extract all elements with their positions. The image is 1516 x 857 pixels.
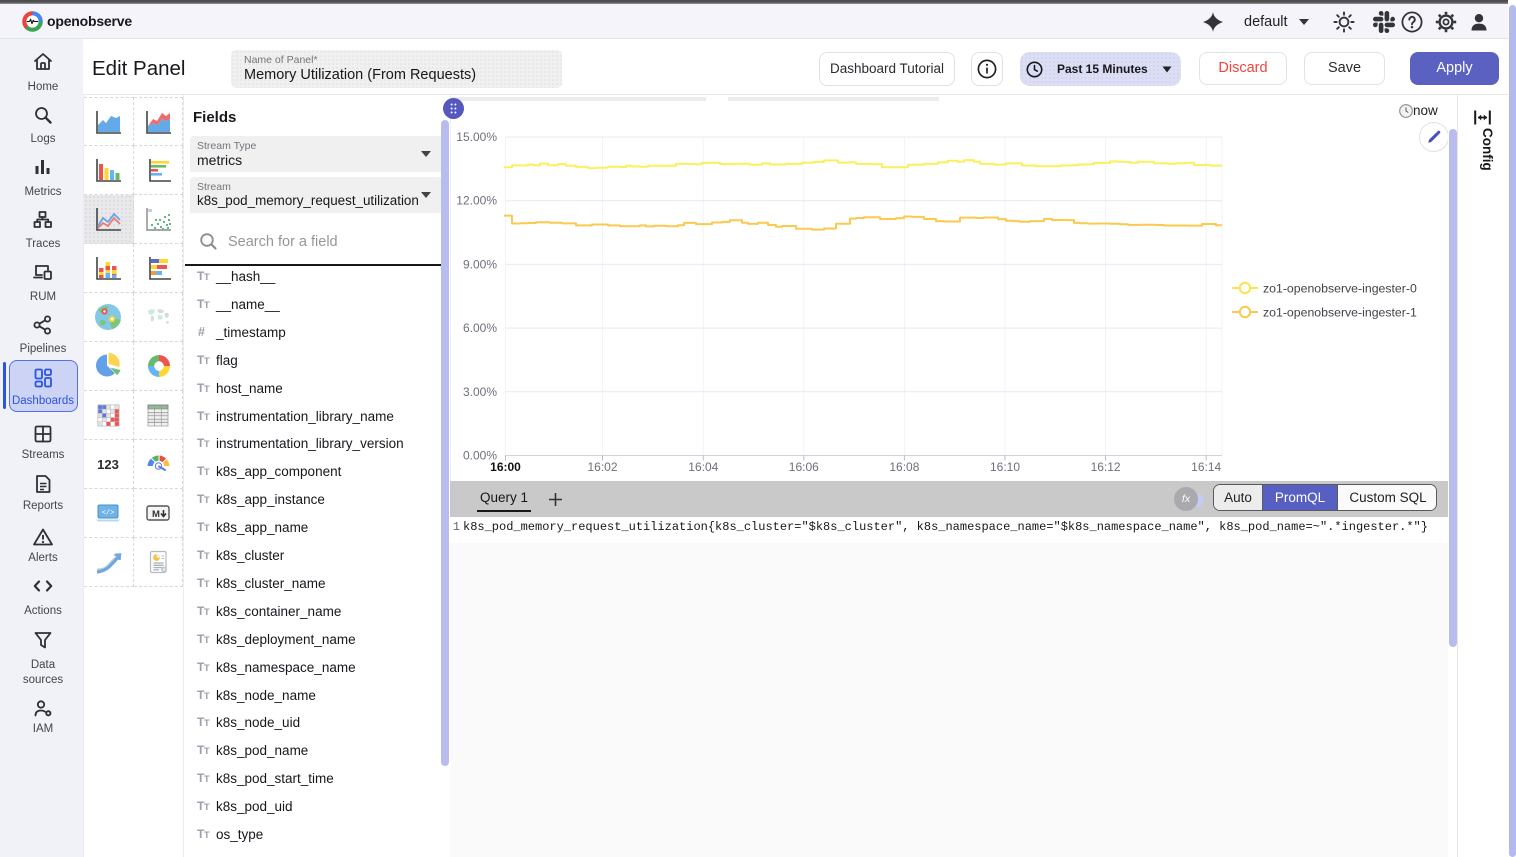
- svg-text:16:00: 16:00: [490, 460, 521, 474]
- svg-text:16:04: 16:04: [688, 460, 718, 474]
- svg-text:16:06: 16:06: [789, 460, 819, 474]
- svg-text:3.00%: 3.00%: [463, 385, 497, 399]
- svg-text:zo1-openobserve-ingester-1: zo1-openobserve-ingester-1: [1263, 306, 1417, 320]
- svg-text:9.00%: 9.00%: [463, 257, 497, 271]
- svg-text:16:12: 16:12: [1091, 460, 1121, 474]
- svg-text:16:10: 16:10: [990, 460, 1020, 474]
- svg-text:12.00%: 12.00%: [456, 194, 497, 208]
- svg-text:16:14: 16:14: [1191, 460, 1221, 474]
- svg-text:6.00%: 6.00%: [463, 321, 497, 335]
- svg-text:16:02: 16:02: [587, 460, 617, 474]
- svg-text:16:08: 16:08: [889, 460, 919, 474]
- svg-text:15.00%: 15.00%: [456, 130, 497, 144]
- svg-text:zo1-openobserve-ingester-0: zo1-openobserve-ingester-0: [1263, 282, 1417, 296]
